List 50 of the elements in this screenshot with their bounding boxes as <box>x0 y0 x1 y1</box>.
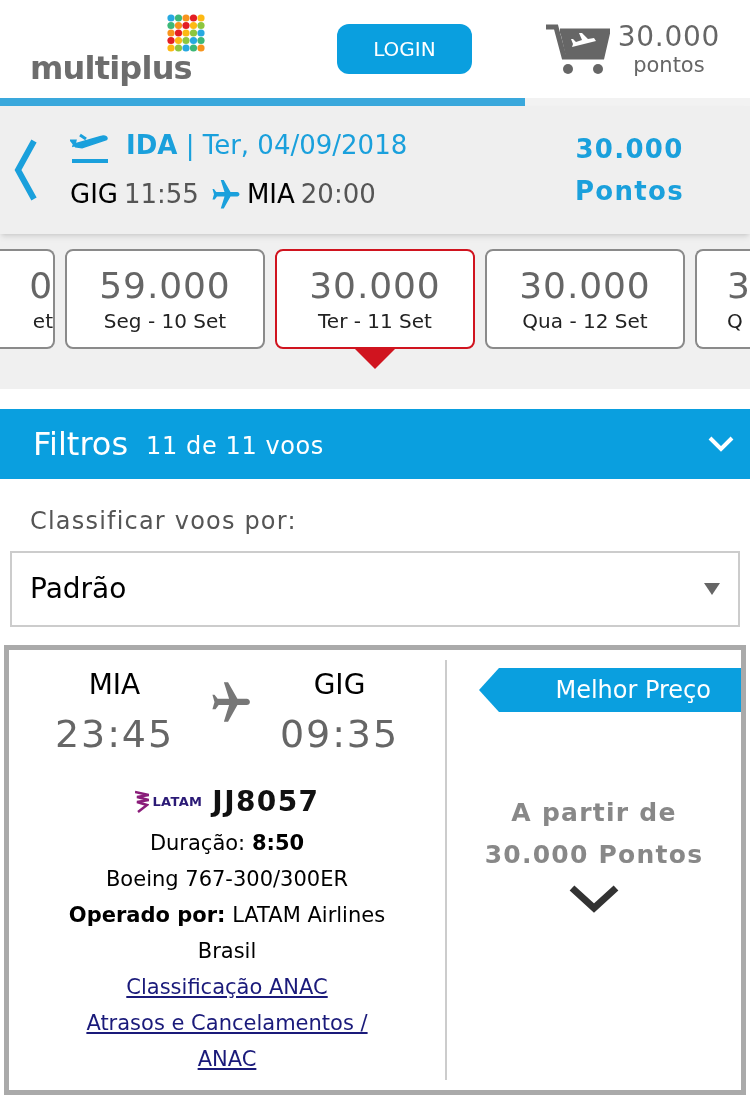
flight-duration: Duração: 8:50 <box>149 830 305 857</box>
flight-destination: GIG <box>313 667 366 703</box>
price-label: A partir de <box>511 797 677 829</box>
back-chevron-icon[interactable] <box>12 137 38 203</box>
date-option[interactable]: 30.000 Qua - 12 Set <box>485 249 685 349</box>
origin-code: GIG <box>70 178 118 211</box>
date-points: 30.000 <box>519 264 651 308</box>
date-points: 3 <box>727 264 750 308</box>
best-price-badge: Melhor Preço <box>479 668 741 712</box>
date-points: 0 <box>29 264 53 308</box>
date-label: Seg - 10 Set <box>103 308 227 334</box>
flight-departure: 23:45 <box>55 711 174 758</box>
price-value: 30.000 Pontos <box>484 839 704 871</box>
flight-arrival: 09:35 <box>280 711 399 758</box>
selected-pointer-icon <box>355 349 395 369</box>
date-label: Ter - 11 Set <box>318 308 432 334</box>
aircraft-model: Boeing 767-300/300ER <box>105 866 349 893</box>
departure-time: 11:55 <box>123 178 199 211</box>
dropdown-caret-icon <box>704 583 720 595</box>
chevron-down-icon[interactable] <box>568 884 620 914</box>
chevron-down-icon <box>707 435 735 453</box>
logo-text: multiplus <box>30 52 192 84</box>
flight-number: JJ8057 <box>212 784 320 820</box>
direction-date: IDA | Ter, 04/09/2018 <box>126 129 408 163</box>
summary-points: 30.000 <box>575 133 684 166</box>
date-points: 30.000 <box>309 264 441 308</box>
date-option[interactable]: 59.000 Seg - 10 Set <box>65 249 265 349</box>
date-label: Q <box>727 308 743 334</box>
date-label: et <box>32 308 53 334</box>
filters-count: 11 de 11 voos <box>146 431 324 462</box>
dots-icon <box>167 14 205 52</box>
arrival-time: 20:00 <box>300 178 376 211</box>
airline-logo: LATAM <box>152 793 203 812</box>
date-label: Qua - 12 Set <box>522 308 648 334</box>
flight-origin: MIA <box>88 667 141 703</box>
operated-by: Operado por: LATAM Airlines Brasil <box>67 902 387 965</box>
cart-points-unit: pontos <box>633 54 705 76</box>
sort-label: Classificar voos por: <box>29 506 298 537</box>
filters-title: Filtros <box>33 424 129 465</box>
destination-code: MIA <box>246 178 295 211</box>
summary-points-unit: Pontos <box>575 175 684 208</box>
anac-link[interactable]: Classificação ANAC <box>62 969 392 1005</box>
multiplus-logo[interactable]: multiplus <box>30 14 205 84</box>
sort-select[interactable]: Padrão <box>10 551 740 627</box>
airline-logo-icon <box>134 790 149 814</box>
anac-link[interactable]: Atrasos e Cancelamentos / ANAC <box>62 1005 392 1077</box>
date-points: 59.000 <box>99 264 231 308</box>
date-option[interactable]: 0 et <box>0 249 55 349</box>
cart-points: 30.000 <box>617 22 720 51</box>
date-option[interactable]: 3 Q <box>695 249 750 349</box>
